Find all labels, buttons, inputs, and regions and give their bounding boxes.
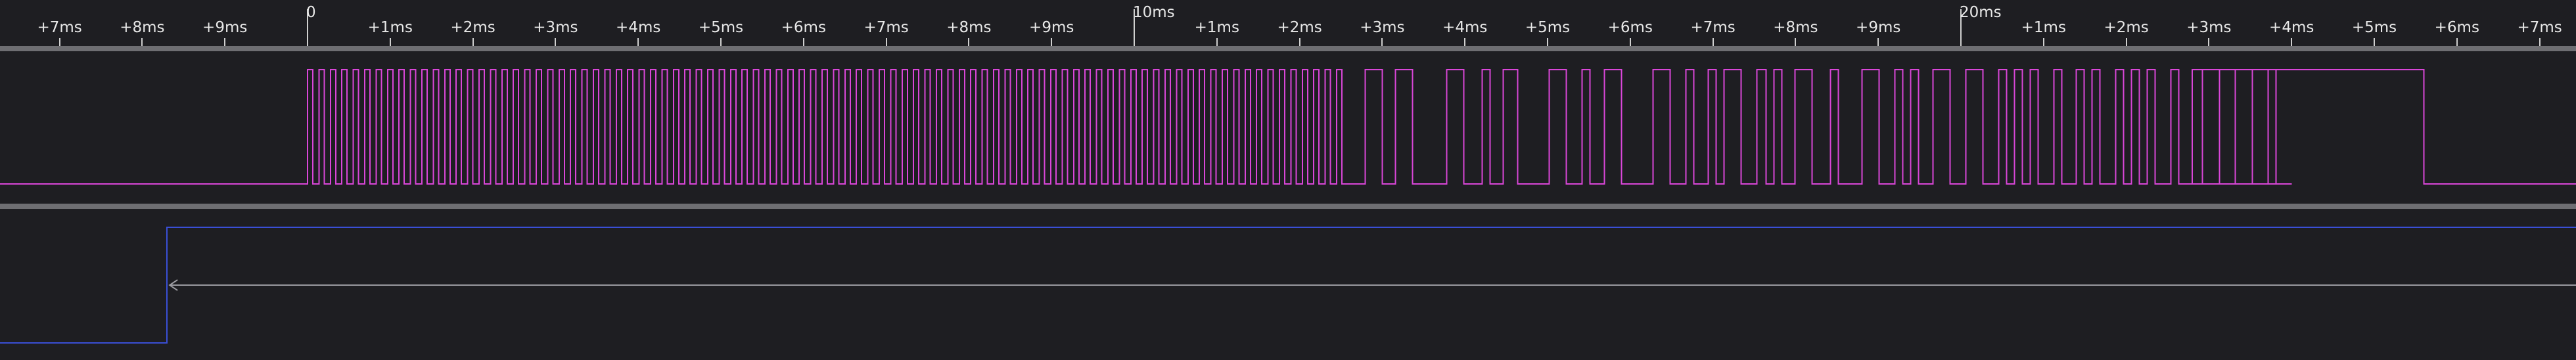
minor-tick-mark [637, 38, 639, 46]
minor-tick-mark [1381, 38, 1383, 46]
minor-tick-label: +3ms [2186, 19, 2232, 36]
logic-analyzer-view: +7ms +8ms +9ms +1ms +2ms +3ms +4ms +5ms +6ms +7ms… [0, 0, 2576, 360]
channel-2-lane[interactable] [0, 209, 2576, 360]
minor-tick-label: +4ms [2269, 19, 2314, 36]
minor-tick-mark [802, 38, 804, 46]
major-tick-label: 20ms [1960, 4, 2002, 21]
minor-tick-label: +9ms [202, 19, 248, 36]
minor-tick-mark [472, 38, 474, 46]
minor-tick-mark [1547, 38, 1548, 46]
minor-tick-label: +6ms [1607, 19, 1653, 36]
minor-tick-mark [2291, 38, 2293, 46]
minor-tick-mark [2042, 38, 2044, 46]
minor-tick-mark [1051, 38, 1053, 46]
minor-tick-mark [389, 38, 391, 46]
minor-tick-label: +1ms [1194, 19, 1239, 36]
minor-tick-mark [885, 38, 887, 46]
minor-tick-mark [1795, 38, 1797, 46]
minor-tick-label: +5ms [698, 19, 744, 36]
minor-tick-label: +7ms [863, 19, 909, 36]
minor-tick-label: +6ms [781, 19, 826, 36]
minor-tick-mark [555, 38, 557, 46]
minor-tick-label: +3ms [1360, 19, 1405, 36]
minor-tick-mark [2374, 38, 2375, 46]
minor-tick-mark [1877, 38, 1879, 46]
minor-tick-label: +7ms [2517, 19, 2562, 36]
minor-tick-label: +9ms [1856, 19, 1901, 36]
channel-1-lane[interactable] [0, 51, 2576, 204]
minor-tick-label: +6ms [2434, 19, 2479, 36]
minor-tick-label: +8ms [1773, 19, 1818, 36]
minor-tick-mark [224, 38, 226, 46]
minor-tick-label: +2ms [2104, 19, 2149, 36]
minor-tick-label: +2ms [450, 19, 495, 36]
minor-tick-label: +8ms [120, 19, 165, 36]
channel-1-signal-trace [0, 69, 2576, 185]
minor-tick-mark [2208, 38, 2210, 46]
minor-tick-mark [1216, 38, 1218, 46]
minor-tick-label: +3ms [533, 19, 578, 36]
minor-tick-mark [968, 38, 970, 46]
minor-tick-label: +1ms [2021, 19, 2066, 36]
minor-tick-label: +7ms [1690, 19, 1736, 36]
minor-tick-label: +4ms [616, 19, 661, 36]
minor-tick-mark [141, 38, 143, 46]
minor-tick-label: +4ms [1442, 19, 1488, 36]
minor-tick-label: +9ms [1029, 19, 1074, 36]
channel-2-waveform [0, 227, 2576, 344]
minor-tick-mark [1464, 38, 1466, 46]
channel-1-waveform [0, 69, 2576, 185]
minor-tick-label: +1ms [367, 19, 413, 36]
minor-tick-label: +5ms [1525, 19, 1571, 36]
minor-tick-mark [2539, 38, 2541, 46]
minor-tick-mark [2456, 38, 2458, 46]
minor-tick-label: +2ms [1277, 19, 1322, 36]
major-tick-label: 10ms [1133, 4, 1175, 21]
minor-tick-mark [1712, 38, 1714, 46]
minor-tick-label: +7ms [37, 19, 82, 36]
minor-tick-mark [1299, 38, 1300, 46]
minor-tick-mark [1629, 38, 1631, 46]
minor-tick-label: +8ms [946, 19, 992, 36]
minor-tick-mark [2125, 38, 2127, 46]
minor-tick-label: +5ms [2351, 19, 2397, 36]
minor-tick-mark [58, 38, 60, 46]
time-ruler[interactable]: +7ms +8ms +9ms +1ms +2ms +3ms +4ms +5ms +6ms +7ms… [0, 0, 2576, 46]
lane-separator-top[interactable] [0, 46, 2576, 51]
minor-tick-mark [720, 38, 722, 46]
major-tick-label: 0 [306, 4, 316, 21]
lane-separator-middle[interactable] [0, 204, 2576, 209]
